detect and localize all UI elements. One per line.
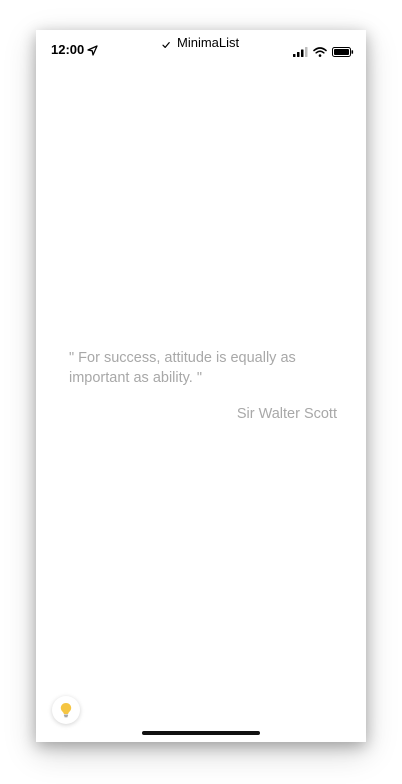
quote-card: " For success, attitude is equally as im…	[69, 348, 337, 422]
status-bar: 12:00 MinimaList	[36, 30, 366, 70]
status-icons	[293, 44, 354, 62]
home-indicator[interactable]	[142, 731, 260, 735]
check-icon	[161, 38, 171, 48]
battery-icon	[332, 44, 354, 62]
status-time: 12:00	[51, 42, 85, 57]
app-name: MinimaList	[177, 35, 240, 50]
quote-text: " For success, attitude is equally as im…	[69, 350, 296, 386]
lightbulb-button[interactable]	[52, 696, 80, 724]
status-time-group: 12:00	[51, 42, 98, 57]
back-to-app-indicator[interactable]: MinimaList	[161, 35, 239, 50]
screenshot-canvas: 12:00 MinimaList " For success, attitude…	[0, 0, 402, 784]
location-arrow-icon	[87, 44, 98, 56]
lightbulb-icon	[60, 703, 72, 718]
wifi-icon	[313, 44, 327, 62]
phone-screen: 12:00 MinimaList " For success, attitude…	[36, 30, 366, 742]
cellular-signal-icon	[293, 44, 308, 62]
quote-author: Sir Walter Scott	[236, 406, 337, 422]
